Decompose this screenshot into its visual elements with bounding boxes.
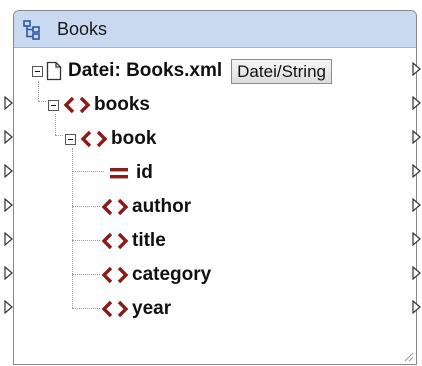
output-connector-file[interactable] [412, 62, 421, 76]
output-connector-books[interactable] [412, 96, 421, 110]
tree-node-label: book [111, 128, 157, 149]
tree-node-author[interactable]: author [100, 192, 191, 222]
tree-line [38, 101, 46, 102]
xml-element-icon [101, 232, 129, 250]
collapse-toggle[interactable] [65, 133, 76, 145]
xml-element-icon [80, 130, 108, 148]
tree-node-label: id [136, 162, 153, 183]
file-label: Datei: Books.xml [68, 60, 223, 81]
xml-schema-icon [23, 20, 40, 40]
input-connector-books[interactable] [4, 96, 13, 110]
tree-node-label: year [132, 298, 172, 319]
tree-line [55, 135, 63, 136]
output-connector-author[interactable] [412, 198, 421, 212]
output-connector-book[interactable] [412, 130, 421, 144]
input-connector-id[interactable] [4, 164, 13, 178]
tree-line [72, 206, 100, 207]
tree-node-label: books [94, 94, 150, 115]
output-connector-title[interactable] [412, 232, 421, 246]
file-string-button[interactable]: Datei/String [231, 58, 332, 84]
xml-element-icon [101, 266, 129, 284]
xml-attribute-icon [110, 168, 128, 179]
tree-node-title[interactable]: title [100, 226, 166, 256]
file-row: Datei: Books.xml Datei/String [32, 56, 332, 86]
output-connector-id[interactable] [412, 164, 421, 178]
xml-element-icon [101, 198, 129, 216]
xml-element-icon [63, 96, 91, 114]
collapse-toggle[interactable] [48, 99, 59, 111]
input-connector-book[interactable] [4, 130, 13, 144]
collapse-toggle[interactable] [32, 65, 43, 77]
file-icon [46, 61, 62, 81]
input-connector-category[interactable] [4, 266, 13, 280]
tree-node-id[interactable]: id [108, 158, 153, 188]
input-connector-year[interactable] [4, 300, 13, 314]
input-connector-title[interactable] [4, 232, 13, 246]
tree-node-book[interactable]: book [65, 124, 156, 154]
tree-node-year[interactable]: year [100, 294, 171, 324]
tree-line [72, 308, 100, 309]
tree-line [72, 148, 73, 308]
tree-line [72, 274, 100, 275]
output-connector-year[interactable] [412, 300, 421, 314]
input-connector-author[interactable] [4, 198, 13, 212]
tree-node-label: category [132, 264, 212, 285]
mapping-component-books[interactable]: Books Datei: Books.xml Datei/String book… [13, 10, 417, 365]
tree-node-books[interactable]: books [48, 90, 150, 120]
tree-node-label: title [132, 230, 166, 251]
component-title: Books [57, 19, 108, 39]
tree-node-label: author [132, 196, 192, 217]
resize-grip-icon[interactable] [402, 350, 414, 362]
output-connector-category[interactable] [412, 266, 421, 280]
tree-node-category[interactable]: category [100, 260, 211, 290]
component-title-bar[interactable]: Books [14, 11, 416, 48]
tree-line [72, 240, 100, 241]
xml-element-icon [101, 300, 129, 318]
tree-line [72, 171, 104, 172]
